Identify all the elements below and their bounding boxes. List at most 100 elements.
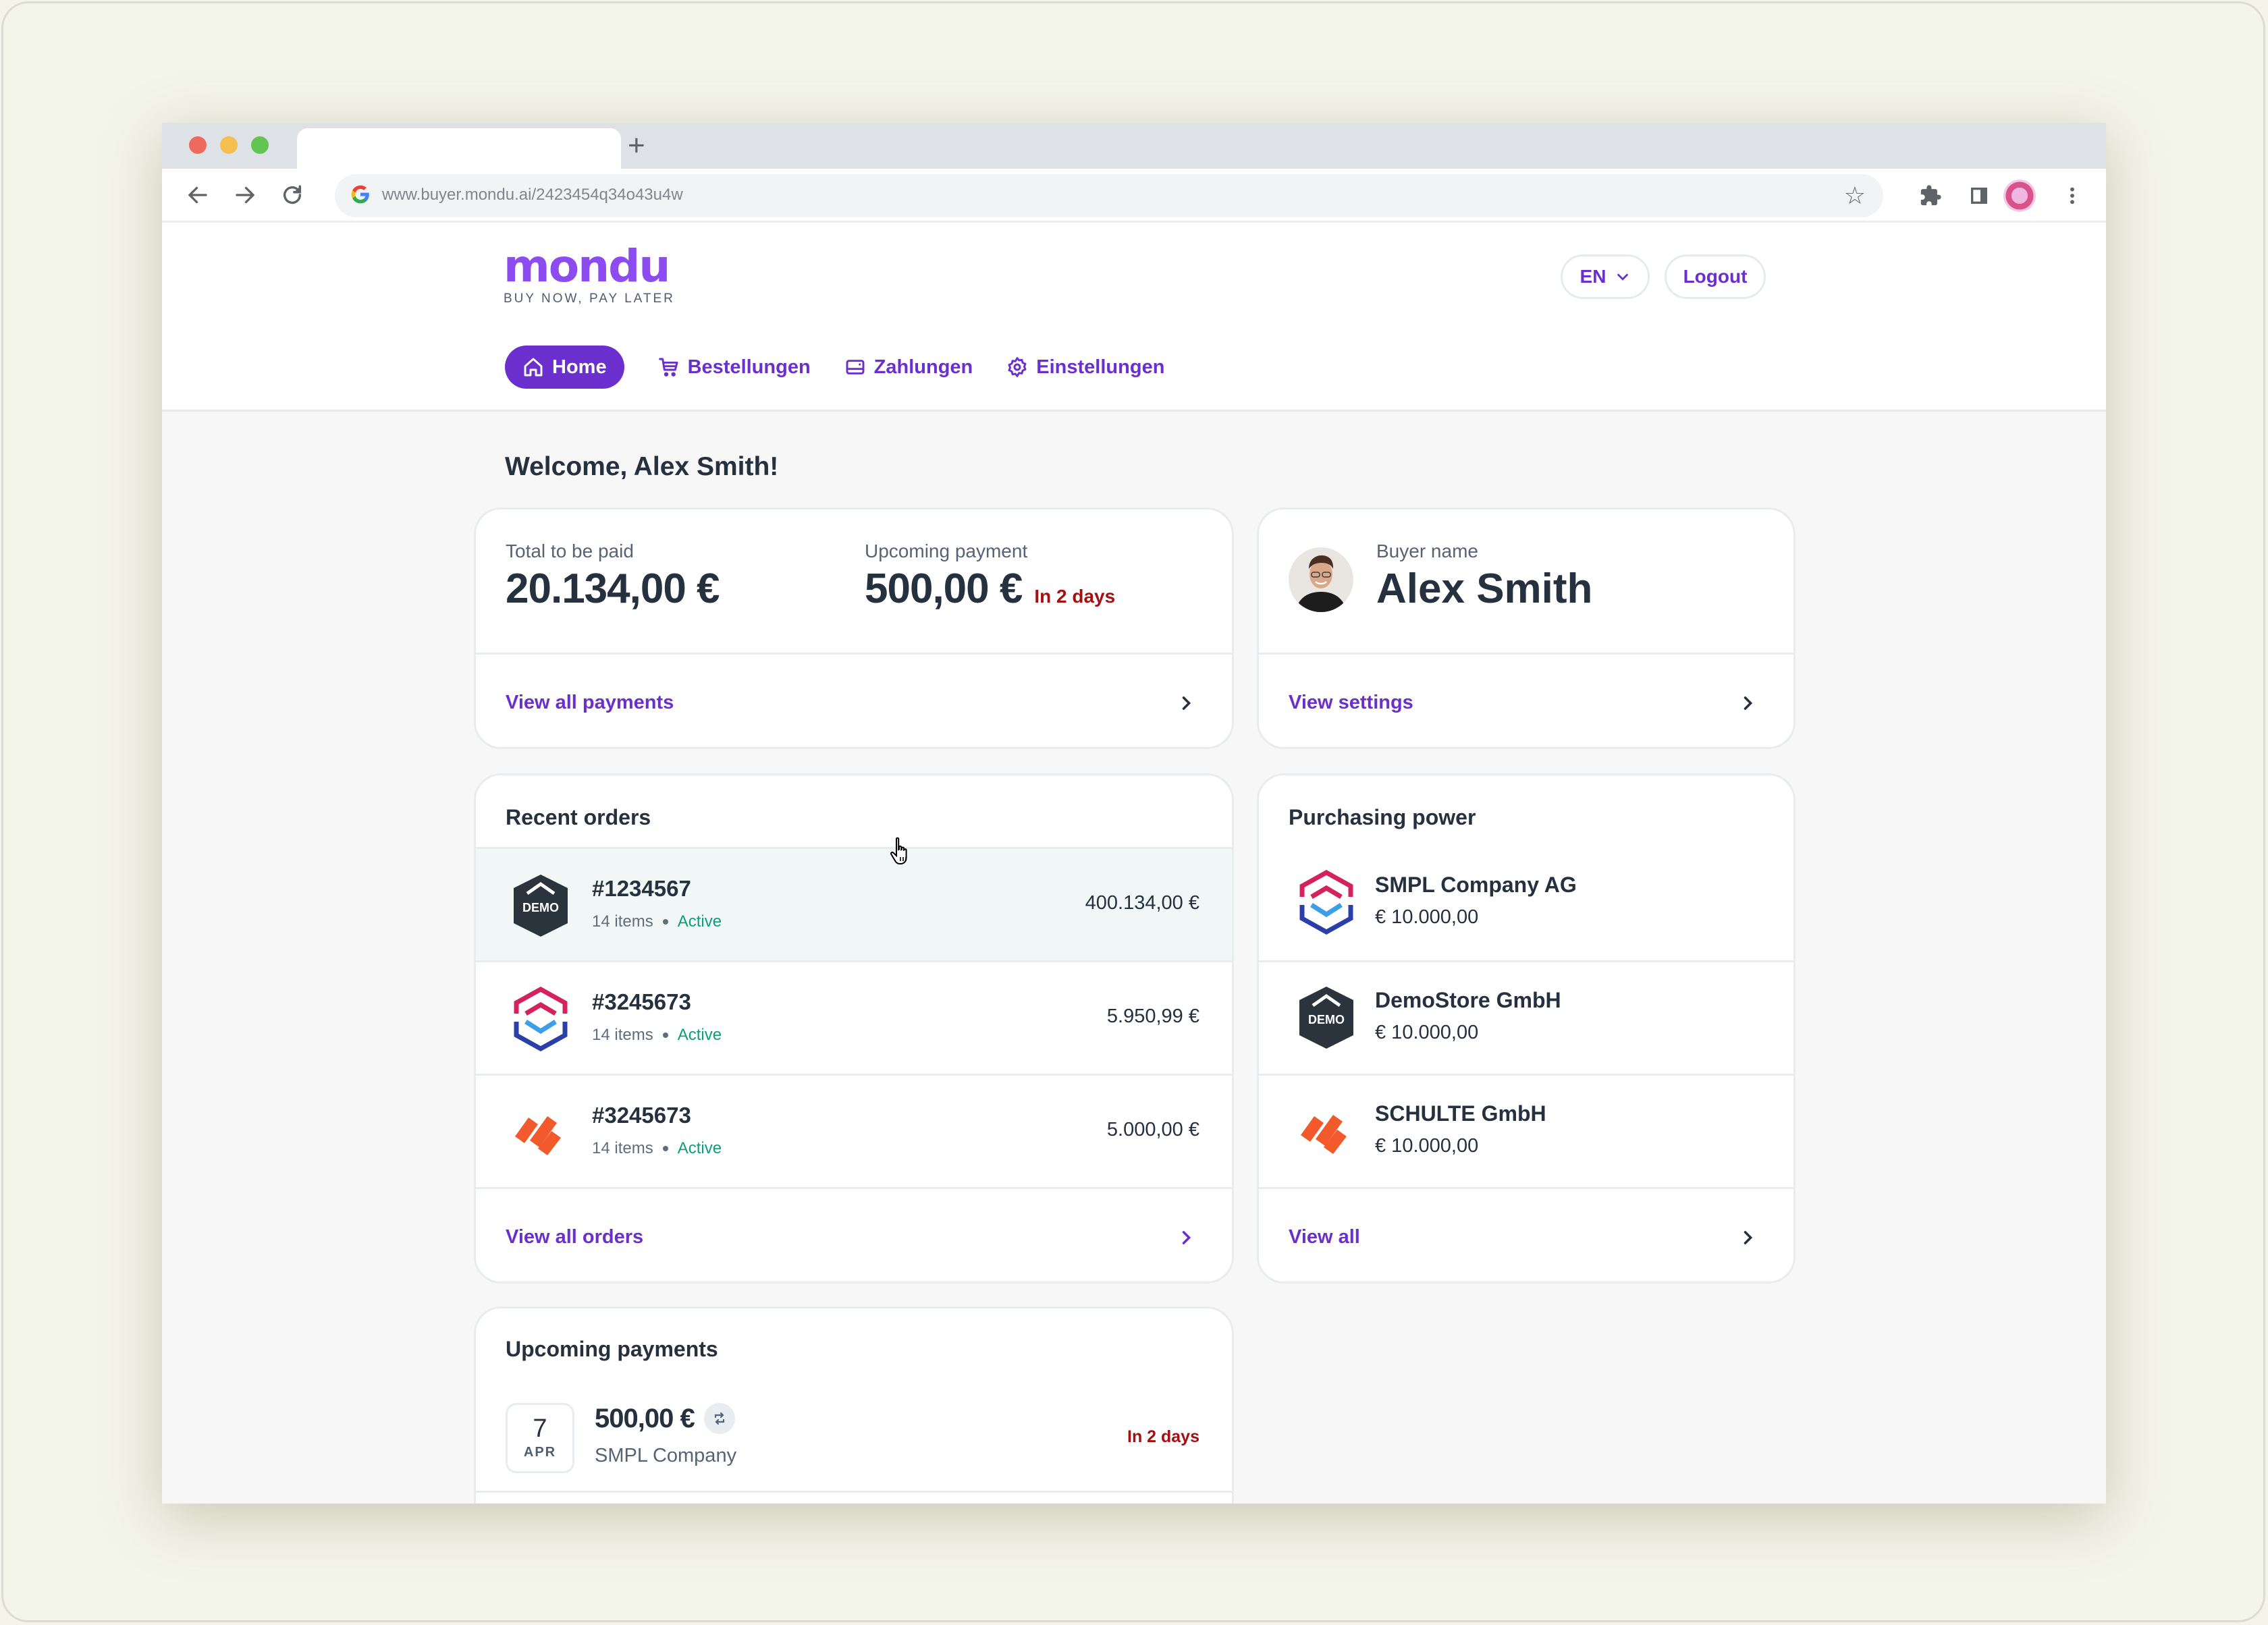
nav-item-einstellungen[interactable]: Einstellungen [1006, 346, 1164, 389]
row-divider [476, 1491, 1232, 1493]
demo-store-logo: DEMO [1299, 987, 1353, 1049]
logout-label: Logout [1683, 266, 1748, 287]
url-text: www.buyer.mondu.ai/2423454q34o43u4w [382, 186, 683, 204]
nav-label: Home [552, 356, 607, 378]
upcoming-payments-title: Upcoming payments [506, 1337, 718, 1361]
logo-wordmark: mondu [504, 240, 670, 292]
merchant-limit: € 10.000,00 [1375, 1022, 1479, 1043]
buyer-name: Alex Smith [1376, 566, 1593, 612]
payment-day: 7 [533, 1414, 547, 1443]
nav-item-zahlungen[interactable]: Zahlungen [844, 346, 973, 389]
browser-toolbar: www.buyer.mondu.ai/2423454q34o43u4w ☆ [162, 169, 2106, 223]
google-icon [350, 184, 374, 208]
hand-cursor-icon [890, 837, 907, 864]
smpl-company-logo [514, 987, 568, 1051]
recent-orders-card: Recent orders DEMO #1234567 14 items Act… [474, 773, 1234, 1284]
gear-icon [1008, 357, 1027, 377]
avatar [1289, 547, 1353, 612]
logout-button[interactable]: Logout [1665, 254, 1766, 299]
smpl-company-logo [1299, 870, 1353, 935]
upcoming-due: In 2 days [1034, 586, 1116, 607]
merchant-limit: € 10.000,00 [1375, 1135, 1479, 1157]
page: mondu BUY NOW, PAY LATER EN Logout Home … [162, 223, 2106, 1504]
merchant-row[interactable]: DEMO DemoStore GmbH € 10.000,00 [1259, 960, 1793, 1074]
order-amount: 5.000,00 € [1106, 1119, 1199, 1140]
merchant-name: SCHULTE GmbH [1375, 1101, 1546, 1126]
payment-amount: 500,00 € [595, 1403, 695, 1433]
demo-logo-text: DEMO [522, 901, 559, 914]
wallet-icon [846, 360, 865, 375]
separator-dot [662, 1146, 668, 1151]
side-panel-button[interactable] [1962, 178, 1997, 213]
view-all-orders-label: View all orders [506, 1226, 644, 1248]
view-all-orders-link[interactable]: View all orders [476, 1187, 1232, 1282]
logo-tagline: BUY NOW, PAY LATER [504, 292, 675, 306]
schulte-logo [515, 1116, 561, 1155]
order-amount: 400.134,00 € [1085, 892, 1199, 914]
recurring-icon [714, 1412, 724, 1425]
order-status: Active [677, 1026, 722, 1044]
demo-logo-text: DEMO [1308, 1013, 1345, 1026]
purchasing-power-title: Purchasing power [1289, 805, 1476, 829]
chevron-right-icon [1182, 1230, 1191, 1244]
schulte-logo [1301, 1115, 1347, 1154]
profile-avatar[interactable] [2003, 180, 2036, 212]
nav-label: Einstellungen [1036, 356, 1165, 378]
upcoming-payments-card: Upcoming payments 7 APR 500,00 € SMPL Co… [474, 1306, 1234, 1504]
chevron-right-icon [1182, 696, 1191, 710]
view-all-label: View all [1289, 1226, 1360, 1248]
back-button[interactable] [181, 178, 215, 212]
address-bar[interactable]: www.buyer.mondu.ai/2423454q34o43u4w ☆ [335, 174, 1883, 217]
nav-label: Bestellungen [687, 356, 811, 378]
tab-bar: + [162, 123, 2106, 169]
maximize-window-button[interactable] [251, 136, 269, 154]
nav-label: Zahlungen [873, 356, 973, 378]
order-id: #3245673 [592, 989, 691, 1014]
order-meta: 14 items Active [592, 912, 722, 931]
order-row[interactable]: #3245673 14 items Active 5.950,99 € [476, 960, 1232, 1074]
side-panel-icon [1971, 188, 1987, 204]
view-settings-link[interactable]: View settings [1259, 653, 1793, 747]
order-items: 14 items [592, 1139, 653, 1157]
view-all-merchants-link[interactable]: View all [1259, 1187, 1793, 1282]
extensions-button[interactable] [1913, 178, 1948, 213]
view-all-payments-label: View all payments [506, 692, 674, 713]
separator-dot [662, 1032, 668, 1038]
close-window-button[interactable] [189, 136, 207, 154]
active-tab[interactable] [297, 128, 621, 169]
welcome-heading: Welcome, Alex Smith! [505, 452, 779, 481]
forward-icon [236, 186, 255, 204]
chevron-right-icon [1744, 1230, 1753, 1244]
new-tab-button[interactable]: + [628, 130, 645, 162]
separator-dot [662, 919, 668, 925]
window-controls [189, 136, 269, 154]
forward-button[interactable] [228, 178, 262, 212]
more-menu-button[interactable] [2055, 178, 2090, 213]
site-header: mondu BUY NOW, PAY LATER EN Logout Home … [162, 223, 2106, 412]
chevron-down-icon [1617, 273, 1629, 281]
mondu-logo[interactable]: mondu BUY NOW, PAY LATER [504, 244, 675, 306]
minimize-window-button[interactable] [220, 136, 238, 154]
payment-month: APR [523, 1445, 557, 1460]
bookmark-star-icon[interactable]: ☆ [1844, 182, 1866, 209]
order-items: 14 items [592, 912, 653, 931]
merchant-row[interactable]: SCHULTE GmbH € 10.000,00 [1259, 1074, 1793, 1187]
nav-item-bestellungen[interactable]: Bestellungen [658, 346, 811, 389]
order-row[interactable]: DEMO #1234567 14 items Active 400.134,00… [476, 847, 1232, 960]
order-row[interactable]: #3245673 14 items Active 5.000,00 € [476, 1074, 1232, 1187]
cart-icon [658, 358, 678, 377]
main-nav: Home Bestellungen Zahlungen Einstellunge… [505, 346, 1164, 389]
browser-window: + www.buyer.mondu.ai/2423454q34o43u4w ☆ [162, 123, 2106, 1504]
upcoming-label: Upcoming payment [865, 541, 1028, 561]
order-meta: 14 items Active [592, 1026, 722, 1045]
merchant-row[interactable]: SMPL Company AG € 10.000,00 [1259, 847, 1793, 960]
view-all-payments-link[interactable]: View all payments [476, 653, 1232, 747]
reload-button[interactable] [275, 178, 309, 212]
nav-item-home[interactable]: Home [505, 346, 624, 389]
buyer-name-label: Buyer name [1376, 541, 1478, 561]
reload-icon [283, 185, 302, 204]
view-settings-label: View settings [1289, 692, 1413, 713]
payment-amount-line: 500,00 € [595, 1403, 735, 1434]
language-select[interactable]: EN [1561, 254, 1650, 299]
order-id: #1234567 [592, 876, 691, 901]
